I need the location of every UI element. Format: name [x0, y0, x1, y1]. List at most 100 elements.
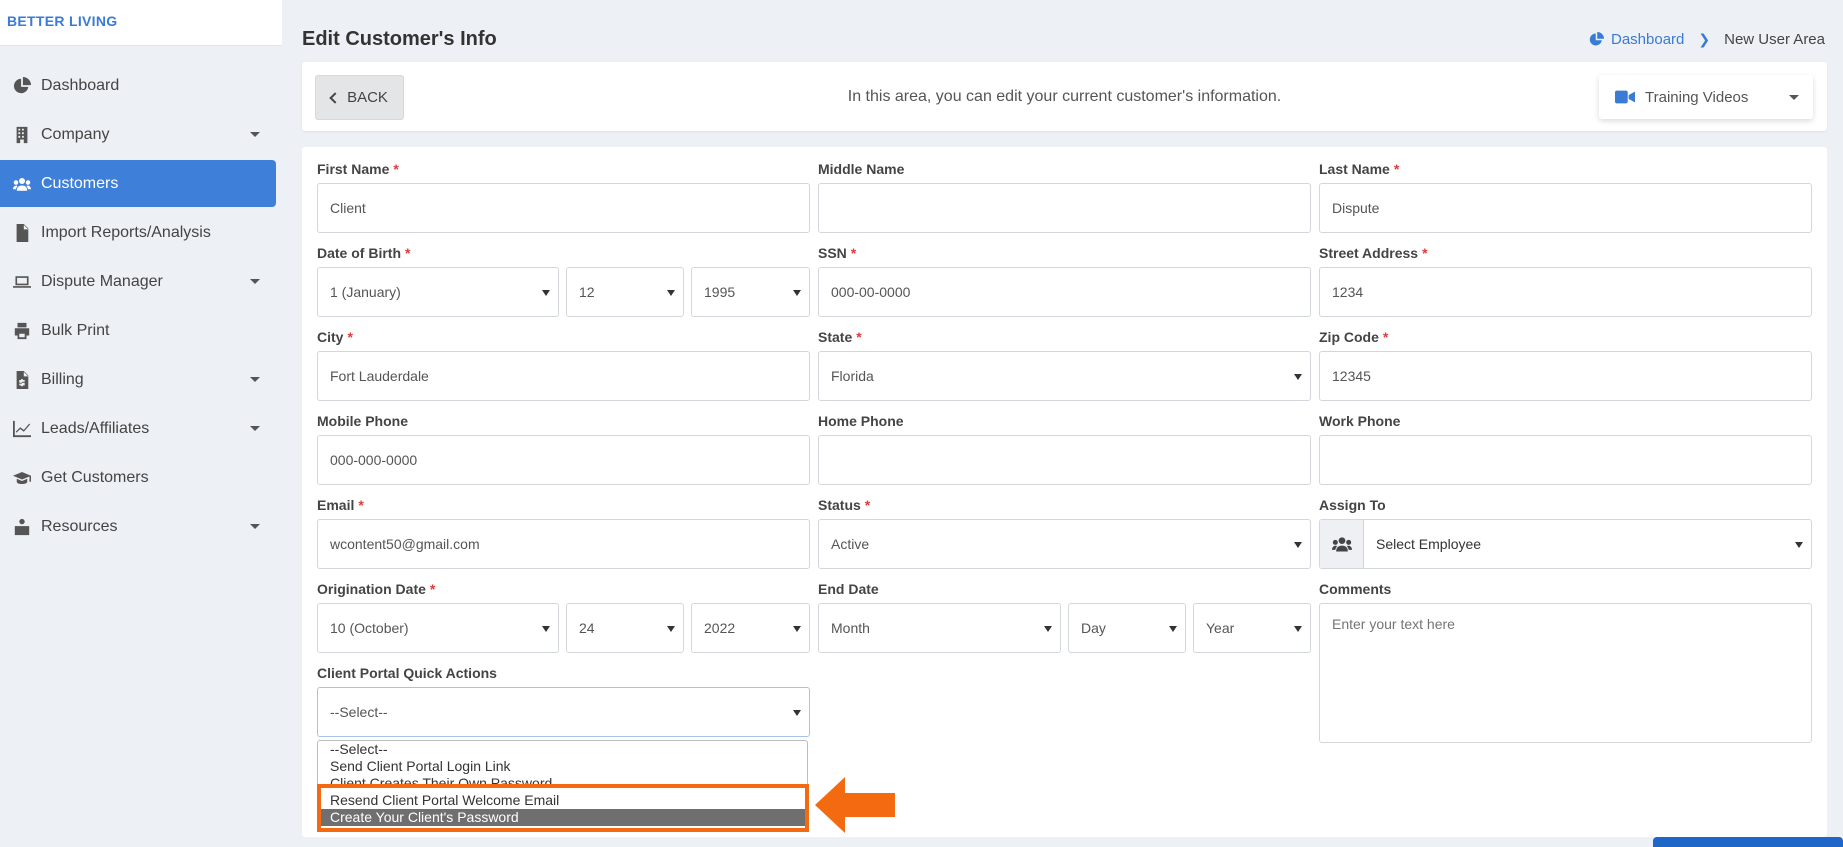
first-name-input[interactable] — [317, 183, 810, 233]
quick-actions-select[interactable]: --Select-- — [317, 687, 810, 737]
zip-code-group: Zip Code * — [1319, 329, 1812, 401]
chat-widget-tab[interactable] — [1653, 837, 1843, 847]
origination-date-label: Origination Date * — [317, 581, 436, 597]
ssn-input[interactable] — [818, 267, 1311, 317]
dropdown-option[interactable]: --Select-- — [318, 741, 807, 758]
quick-actions-label: Client Portal Quick Actions — [317, 665, 497, 681]
mobile-phone-input[interactable] — [317, 435, 810, 485]
end-date-label: End Date — [818, 581, 879, 597]
breadcrumb-home-label: Dashboard — [1611, 31, 1685, 48]
street-address-group: Street Address * — [1319, 245, 1812, 317]
sidebar-item-leads-affiliates[interactable]: Leads/Affiliates — [0, 405, 276, 452]
back-button[interactable]: BACK — [315, 75, 404, 120]
breadcrumb-current: New User Area — [1724, 31, 1825, 48]
status-select[interactable]: Active — [818, 519, 1311, 569]
building-icon — [11, 125, 33, 145]
assign-to-control: Select Employee — [1319, 519, 1812, 569]
dropdown-option[interactable]: Resend Client Portal Welcome Email — [318, 792, 807, 809]
state-select[interactable]: Florida — [818, 351, 1311, 401]
origination-date-group: Origination Date * 10 (October) 24 2022 — [317, 581, 810, 653]
sidebar-item-bulk-print[interactable]: Bulk Print — [0, 307, 276, 354]
dropdown-arrow-icon — [542, 626, 550, 632]
dob-group: Date of Birth * 1 (January) 12 1995 — [317, 245, 810, 317]
sidebar-item-dashboard[interactable]: Dashboard — [0, 62, 276, 109]
mobile-phone-label: Mobile Phone — [317, 413, 408, 429]
dropdown-arrow-icon — [793, 290, 801, 296]
work-phone-group: Work Phone — [1319, 413, 1812, 485]
middle-name-input[interactable] — [818, 183, 1311, 233]
chevron-right-icon: ❯ — [1698, 31, 1711, 47]
sidebar-item-label: Leads/Affiliates — [41, 419, 150, 437]
sidebar-item-get-customers[interactable]: Get Customers — [0, 454, 276, 501]
dob-day-select[interactable]: 12 — [566, 267, 684, 317]
last-name-input[interactable] — [1319, 183, 1812, 233]
sidebar-item-billing[interactable]: Billing — [0, 356, 276, 403]
end-month-select[interactable]: Month — [818, 603, 1061, 653]
chevron-left-icon — [329, 91, 341, 104]
line-chart-icon — [11, 419, 33, 439]
assign-to-label: Assign To — [1319, 497, 1386, 513]
street-address-input[interactable] — [1319, 267, 1812, 317]
quick-actions-group: Client Portal Quick Actions --Select-- — [317, 665, 810, 737]
sidebar-item-label: Get Customers — [41, 468, 149, 486]
home-phone-input[interactable] — [818, 435, 1311, 485]
email-label: Email * — [317, 497, 364, 513]
sidebar-item-dispute-manager[interactable]: Dispute Manager — [0, 258, 276, 305]
sidebar-nav: Dashboard Company Customers Import Repor… — [0, 62, 282, 550]
briefcase-icon — [11, 517, 33, 537]
origination-day-select[interactable]: 24 — [566, 603, 684, 653]
origination-month-select[interactable]: 10 (October) — [317, 603, 559, 653]
quick-actions-dropdown-list: --Select-- Send Client Portal Login Link… — [317, 740, 808, 829]
last-name-label: Last Name * — [1319, 161, 1400, 177]
end-year-select[interactable]: Year — [1193, 603, 1311, 653]
arrow-left-icon — [815, 777, 895, 833]
dropdown-option[interactable]: Client Creates Their Own Password — [318, 775, 807, 792]
sidebar-item-company[interactable]: Company — [0, 111, 276, 158]
sidebar-item-customers[interactable]: Customers — [0, 160, 276, 207]
email-input[interactable] — [317, 519, 810, 569]
sidebar-item-label: Dispute Manager — [41, 272, 163, 290]
dob-label: Date of Birth * — [317, 245, 411, 261]
dob-month-select[interactable]: 1 (January) — [317, 267, 559, 317]
brand-logo[interactable]: BETTER LIVING — [0, 0, 282, 46]
work-phone-input[interactable] — [1319, 435, 1812, 485]
sidebar-item-label: Billing — [41, 370, 84, 388]
zip-code-label: Zip Code * — [1319, 329, 1389, 345]
home-phone-label: Home Phone — [818, 413, 904, 429]
sidebar-item-resources[interactable]: Resources — [0, 503, 276, 550]
sidebar: BETTER LIVING Dashboard Company Customer… — [0, 0, 282, 847]
middle-name-group: Middle Name — [818, 161, 1311, 233]
dropdown-arrow-icon — [793, 626, 801, 632]
mobile-phone-group: Mobile Phone — [317, 413, 810, 485]
dropdown-arrow-icon — [1294, 374, 1302, 380]
dropdown-option[interactable]: Send Client Portal Login Link — [318, 758, 807, 775]
page-title: Edit Customer's Info — [302, 28, 497, 50]
city-input[interactable] — [317, 351, 810, 401]
video-camera-icon — [1615, 90, 1635, 104]
dropdown-arrow-icon — [1169, 626, 1177, 632]
state-label: State * — [818, 329, 862, 345]
chevron-down-icon — [250, 377, 260, 382]
pie-chart-icon — [1589, 32, 1604, 46]
sidebar-item-label: Company — [41, 125, 110, 143]
zip-code-input[interactable] — [1319, 351, 1812, 401]
dropdown-arrow-icon — [1795, 542, 1803, 548]
comments-textarea[interactable] — [1319, 603, 1812, 743]
dropdown-option-selected[interactable]: Create Your Client's Password — [318, 809, 807, 826]
end-day-select[interactable]: Day — [1068, 603, 1186, 653]
dob-year-select[interactable]: 1995 — [691, 267, 810, 317]
breadcrumb-dashboard-link[interactable]: Dashboard — [1589, 31, 1684, 48]
dropdown-arrow-icon — [667, 290, 675, 296]
origination-year-select[interactable]: 2022 — [691, 603, 810, 653]
home-phone-group: Home Phone — [818, 413, 1311, 485]
assign-to-select[interactable]: Select Employee — [1364, 520, 1811, 568]
file-import-icon — [11, 223, 33, 243]
customer-form: First Name* Middle Name Last Name* Date … — [302, 147, 1827, 837]
work-phone-label: Work Phone — [1319, 413, 1401, 429]
comments-group: Comments — [1319, 581, 1812, 748]
sidebar-item-import-reports[interactable]: Import Reports/Analysis — [0, 209, 276, 256]
print-icon — [11, 321, 33, 341]
training-videos-dropdown[interactable]: Training Videos — [1599, 75, 1813, 119]
dropdown-arrow-icon — [1044, 626, 1052, 632]
first-name-label: First Name * — [317, 161, 399, 177]
